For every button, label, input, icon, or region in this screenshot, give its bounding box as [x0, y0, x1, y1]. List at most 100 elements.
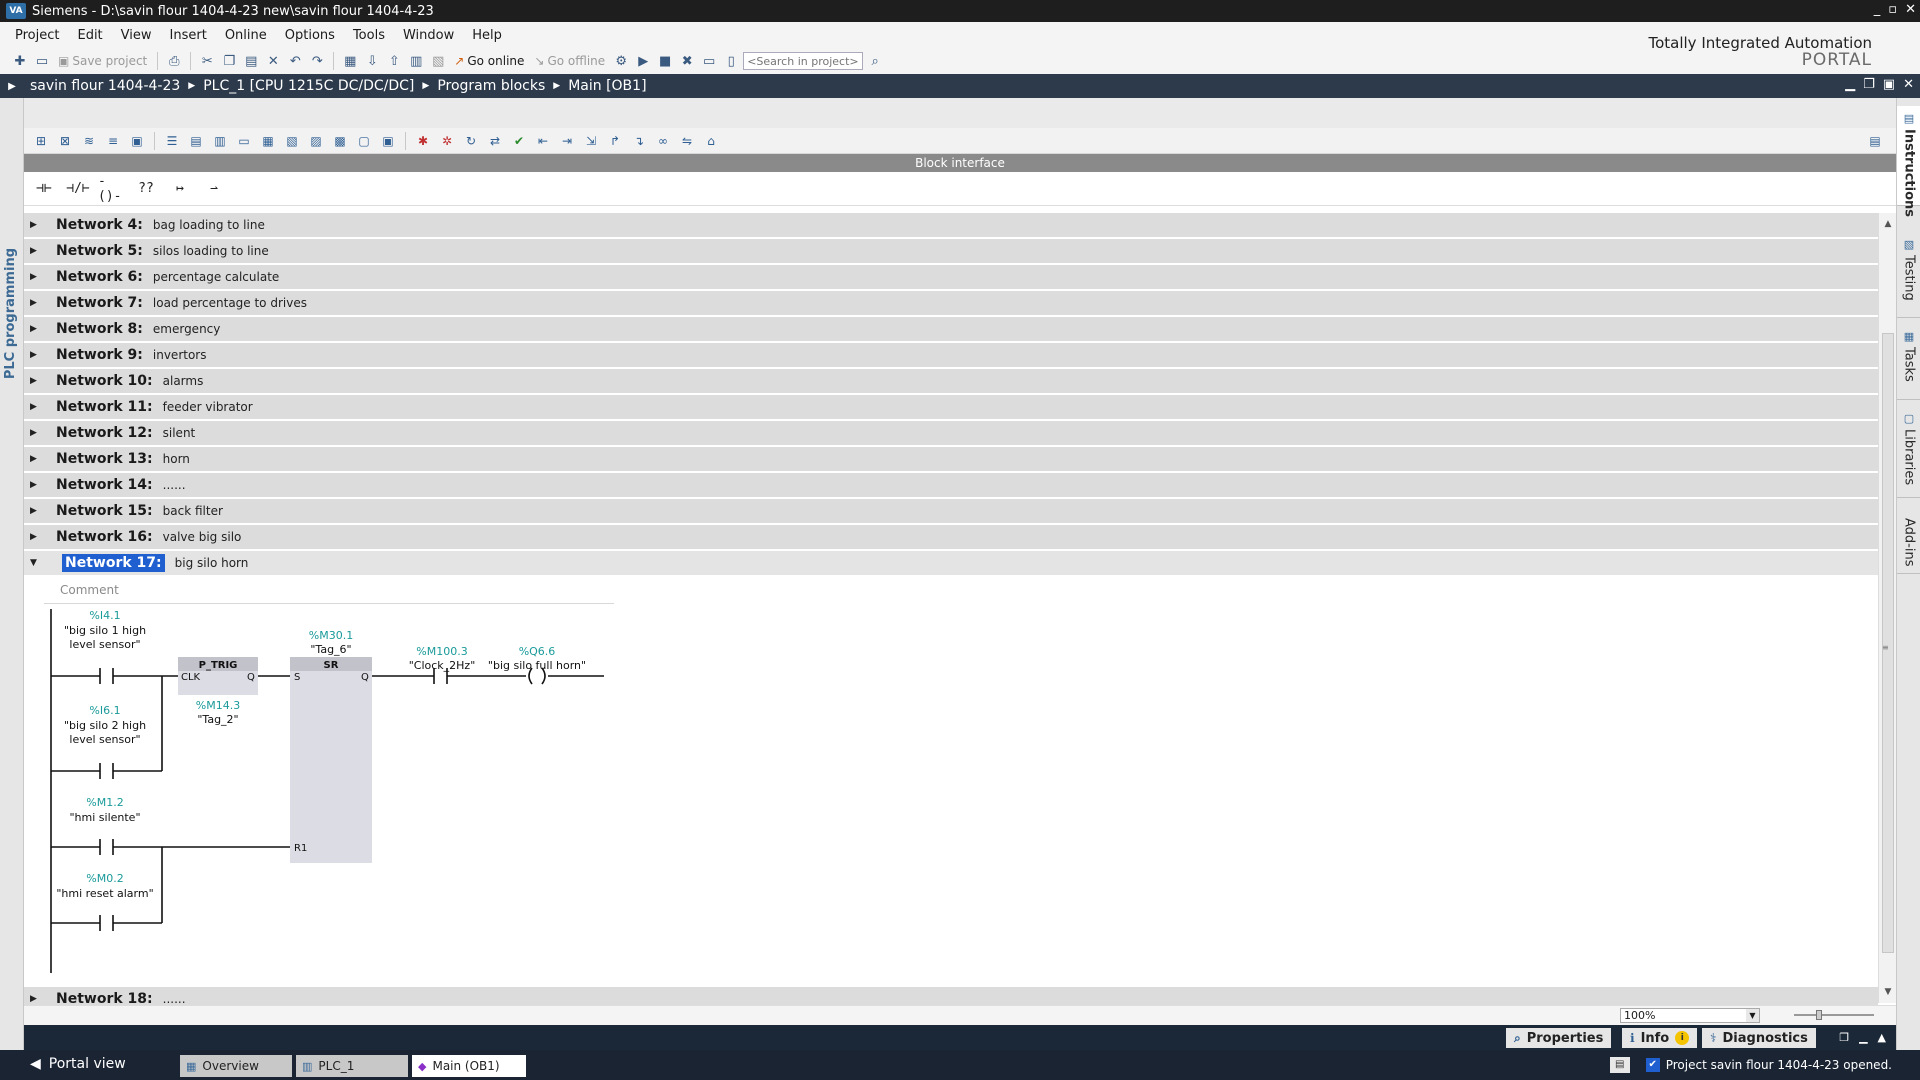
expand-icon[interactable]: ▶ [30, 350, 42, 360]
zoom-slider-knob[interactable] [1816, 1010, 1822, 1020]
expand-icon[interactable]: ▶ [30, 376, 42, 386]
simulation-icon[interactable]: ▥ [406, 51, 426, 71]
split-horizontal-icon[interactable]: ▭ [699, 51, 719, 71]
inspector-minimize-icon[interactable]: ▁ [1859, 1031, 1867, 1044]
no-contact-icon[interactable]: ⊣⊢ [30, 178, 58, 200]
call-icon[interactable]: ↴ [628, 131, 650, 151]
redo-icon[interactable]: ↷ [307, 51, 327, 71]
expand-icon[interactable]: ▶ [30, 428, 42, 438]
network-row[interactable]: ▶ Network 14:...... [24, 473, 1878, 499]
menu-options[interactable]: Options [276, 28, 344, 43]
delete-network-icon[interactable]: ▤ [185, 131, 207, 151]
next-error-icon[interactable]: ✲ [436, 131, 458, 151]
close-branch-icon[interactable]: ⇀ [200, 178, 228, 200]
insert-row-icon[interactable]: ⇤ [532, 131, 554, 151]
coil-icon[interactable]: -()- [98, 174, 126, 204]
modify-icon[interactable]: ⇋ [676, 131, 698, 151]
layout-icon[interactable]: ▤ [1864, 131, 1886, 151]
zoom-slider[interactable] [1794, 1010, 1874, 1020]
delete-icon[interactable]: ✕ [263, 51, 283, 71]
network-row[interactable]: ▶ Network 13: horn [24, 447, 1878, 473]
expand-icon[interactable]: ▶ [30, 272, 42, 282]
tab-add-ins[interactable]: Add-ins [1897, 512, 1920, 574]
network-view-icon[interactable]: ▥ [209, 131, 231, 151]
tab-properties[interactable]: ⌕ Properties [1506, 1028, 1612, 1048]
expand-icon[interactable]: ▶ [30, 480, 42, 490]
save-project-button[interactable]: ▣ Save project [54, 54, 151, 68]
insert-branch-icon[interactable]: ⇥ [556, 131, 578, 151]
tag-icon[interactable]: ▣ [126, 131, 148, 151]
tab-plc-1[interactable]: ▥ PLC_1 [296, 1055, 408, 1077]
network-row[interactable]: ▶ Network 16: valve big silo [24, 525, 1878, 551]
split-vertical-icon[interactable]: ▯ [721, 51, 741, 71]
network-row-open[interactable]: ▼ Network 17: big silo horn [24, 551, 1878, 577]
expand-icon[interactable]: ▶ [30, 454, 42, 464]
block-interface-bar[interactable]: Block interface [24, 154, 1896, 172]
network-title-selected[interactable]: Network 17: [62, 554, 165, 572]
breadcrumb-main-ob1[interactable]: Main [OB1] [562, 78, 652, 94]
copy-icon[interactable]: ❐ [219, 51, 239, 71]
expand-icon[interactable]: ▶ [30, 246, 42, 256]
editor-minimize-button[interactable]: ▁ [1845, 77, 1855, 92]
editor-close-button[interactable]: ✕ [1903, 77, 1914, 92]
tab-diagnostics[interactable]: ⚕ Diagnostics [1702, 1028, 1816, 1048]
menu-tools[interactable]: Tools [344, 28, 394, 43]
editor-maximize-button[interactable]: ▣ [1883, 77, 1895, 92]
menu-help[interactable]: Help [463, 28, 511, 43]
print-icon[interactable]: ⎙ [164, 51, 184, 71]
editor-float-button[interactable]: ❐ [1863, 77, 1875, 92]
menu-edit[interactable]: Edit [68, 28, 111, 43]
zoom-select[interactable]: 100% ▼ [1620, 1008, 1760, 1023]
block-properties-icon[interactable]: ▣ [377, 131, 399, 151]
open-branch-icon[interactable]: ↦ [166, 178, 194, 200]
compare-icon[interactable]: ⇄ [484, 131, 506, 151]
network-row[interactable]: ▶ Network 9: invertors [24, 343, 1878, 369]
close-button[interactable]: ✕ [1905, 2, 1916, 17]
menu-insert[interactable]: Insert [161, 28, 216, 43]
breadcrumb-plc[interactable]: PLC_1 [CPU 1215C DC/DC/DC] [197, 78, 420, 94]
tab-libraries[interactable]: ▢ Libraries [1897, 406, 1920, 498]
network-row[interactable]: ▶ Network 11: feeder vibrator [24, 395, 1878, 421]
comment-toggle-icon[interactable]: ▭ [233, 131, 255, 151]
stop-cpu-icon[interactable]: ■ [655, 51, 675, 71]
network-row[interactable]: ▶ Network 7: load percentage to drives [24, 291, 1878, 317]
expand-icon[interactable]: ▶ [30, 506, 42, 516]
insert-network-icon[interactable]: ☰ [161, 131, 183, 151]
monitoring-off-icon[interactable]: ⊠ [54, 131, 76, 151]
favorites-icon[interactable]: ▩ [329, 131, 351, 151]
monitoring-icon[interactable]: ⊞ [30, 131, 52, 151]
expand-project-tree-icon[interactable]: ▶ [0, 74, 24, 98]
expand-icon[interactable]: ▶ [30, 994, 42, 1004]
expand-icon[interactable]: ▶ [30, 402, 42, 412]
search-go-icon[interactable]: ⌕ [865, 51, 885, 71]
network-row[interactable]: ▶ Network 15: back filter [24, 499, 1878, 525]
update-calls-icon[interactable]: ↻ [460, 131, 482, 151]
go-online-button[interactable]: ↗ Go online [450, 54, 528, 68]
cross-reference-icon[interactable]: ✖ [677, 51, 697, 71]
monitor-glasses-icon[interactable]: ∞ [652, 131, 674, 151]
check-consistency-icon[interactable]: ✔ [508, 131, 530, 151]
menu-window[interactable]: Window [394, 28, 463, 43]
tab-testing[interactable]: ▧ Testing [1897, 232, 1920, 318]
tab-overview[interactable]: ▦ Overview [180, 1055, 292, 1077]
expand-icon[interactable]: ▶ [30, 298, 42, 308]
close-branch-icon[interactable]: ⇲ [580, 131, 602, 151]
compile-icon[interactable]: ▦ [340, 51, 360, 71]
undo-icon[interactable]: ↶ [285, 51, 305, 71]
inspector-float-icon[interactable]: ❐ [1839, 1031, 1849, 1044]
restore-button[interactable]: ▫ [1888, 2, 1897, 17]
scroll-down-icon[interactable]: ▼ [1881, 985, 1895, 999]
lock-icon[interactable]: ⌂ [700, 131, 722, 151]
tab-main-ob1[interactable]: ◆ Main (OB1) [412, 1055, 526, 1077]
network-row[interactable]: ▶ Network 10: alarms [24, 369, 1878, 395]
reset-icon[interactable]: ≋ [78, 131, 100, 151]
close-all-networks-icon[interactable]: ▧ [281, 131, 303, 151]
upload-icon[interactable]: ⇧ [384, 51, 404, 71]
vertical-scrollbar[interactable]: ▲ ≡ ▼ [1878, 213, 1896, 1003]
network-row[interactable]: ▶ Network 12: silent [24, 421, 1878, 447]
plc-programming-tab[interactable]: PLC programming [3, 248, 18, 379]
inspector-collapse-icon[interactable]: ▲ [1878, 1031, 1886, 1044]
status-message[interactable]: ▤ ✔ Project savin flour 1404-4-23 opened… [1609, 1057, 1892, 1073]
scroll-up-icon[interactable]: ▲ [1881, 217, 1895, 231]
start-cpu-icon[interactable]: ▶ [633, 51, 653, 71]
